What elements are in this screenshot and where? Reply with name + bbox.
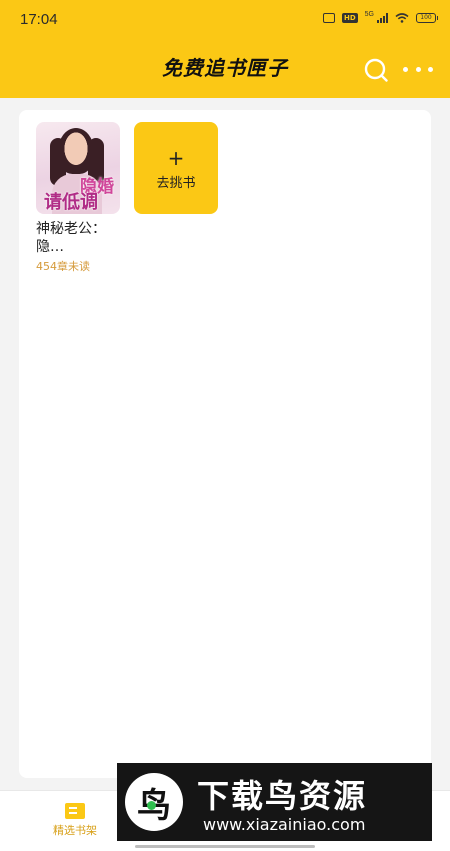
watermark-banner: 鸟 下载鸟资源 www.xiazainiao.com: [117, 763, 432, 841]
bookshelf-panel: 隐婚 请低调 神秘老公：隐… 454章未读 + 去挑书: [19, 110, 431, 778]
tab-bookshelf-label: 精选书架: [53, 824, 97, 837]
hd-badge: HD: [341, 13, 358, 23]
plus-icon: +: [167, 146, 185, 170]
vibrate-icon: [322, 13, 335, 23]
more-dots-icon[interactable]: [403, 60, 433, 78]
wifi-icon: [395, 13, 409, 23]
unread-count: 454章未读: [36, 260, 90, 273]
home-indicator: [135, 845, 315, 848]
book-cover[interactable]: 隐婚 请低调: [36, 122, 120, 214]
signal-icon: [377, 13, 388, 23]
status-bar: 17:04 HD 5G 100: [0, 0, 450, 40]
status-icons: HD 5G 100: [322, 10, 438, 23]
watermark-logo-dot: [147, 801, 156, 810]
battery-icon: 100: [416, 13, 438, 23]
tab-bookshelf[interactable]: 精选书架: [40, 803, 110, 838]
book-title: 神秘老公：隐…: [36, 221, 106, 255]
book-card[interactable]: 隐婚 请低调 神秘老公：隐… 454章未读: [36, 122, 120, 274]
bookshelf-icon: [65, 803, 85, 819]
search-icon[interactable]: [363, 57, 389, 83]
browse-books-label: 去挑书: [156, 176, 196, 191]
browse-books-button[interactable]: + 去挑书: [134, 122, 218, 214]
cover-title-line-2: 请低调: [44, 192, 98, 213]
watermark-url: www.xiazainiao.com: [203, 815, 366, 834]
app-header: 17:04 HD 5G 100 免费追书匣子: [0, 0, 450, 98]
network-type-label: 5G: [364, 10, 374, 18]
status-time: 17:04: [20, 11, 58, 28]
watermark-name: 下载鸟资源: [197, 777, 368, 815]
